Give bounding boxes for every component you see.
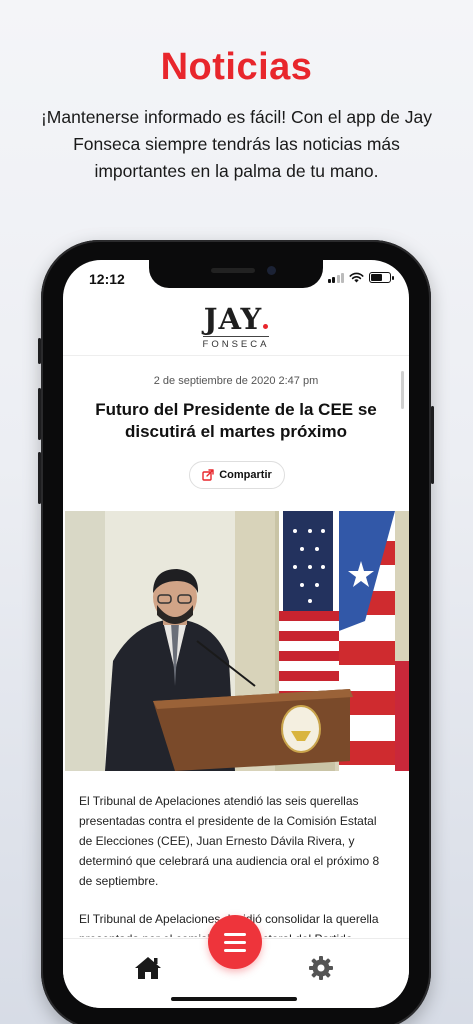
menu-icon-bar <box>224 940 246 944</box>
speaker <box>211 268 255 273</box>
logo-dot <box>263 324 269 329</box>
article-photo <box>65 511 409 771</box>
home-icon[interactable] <box>133 955 163 981</box>
volume-up-button <box>38 388 41 440</box>
battery-icon <box>369 272 394 283</box>
notch <box>149 260 323 288</box>
wifi-icon <box>349 272 364 283</box>
logo-text: JAY <box>203 302 263 336</box>
settings-icon[interactable] <box>308 955 334 981</box>
phone-frame: 12:12 JAY FONSECA 2 de septiembre de 202… <box>38 240 434 1024</box>
power-button <box>431 406 434 484</box>
share-icon <box>202 469 214 481</box>
promo-title: Noticias <box>160 46 313 88</box>
article-paragraph: El Tribunal de Apelaciones atendió las s… <box>79 794 380 888</box>
article-view[interactable]: 2 de septiembre de 2020 2:47 pm Futuro d… <box>63 357 409 937</box>
home-indicator[interactable] <box>171 997 297 1001</box>
menu-button[interactable] <box>208 915 262 969</box>
silent-switch <box>38 338 41 364</box>
camera <box>267 266 276 275</box>
status-time: 12:12 <box>89 271 125 287</box>
article-date: 2 de septiembre de 2020 2:47 pm <box>153 375 319 387</box>
status-icons <box>327 272 394 283</box>
logo[interactable]: JAY <box>63 302 409 336</box>
cellular-signal-icon <box>327 272 344 283</box>
share-button[interactable]: Compartir <box>189 461 285 489</box>
share-label: Compartir <box>219 469 272 481</box>
menu-icon-bar <box>224 932 246 936</box>
promo-subtitle: ¡Mantenerse informado es fácil! Con el a… <box>40 107 433 181</box>
article-headline: Futuro del Presidente de la CEE se discu… <box>95 400 377 441</box>
phone-screen: 12:12 JAY FONSECA 2 de septiembre de 202… <box>63 260 409 1008</box>
app-header: JAY FONSECA <box>63 298 409 356</box>
volume-down-button <box>38 452 41 504</box>
menu-icon-bar <box>224 948 246 952</box>
logo-subtitle: FONSECA <box>63 336 409 350</box>
